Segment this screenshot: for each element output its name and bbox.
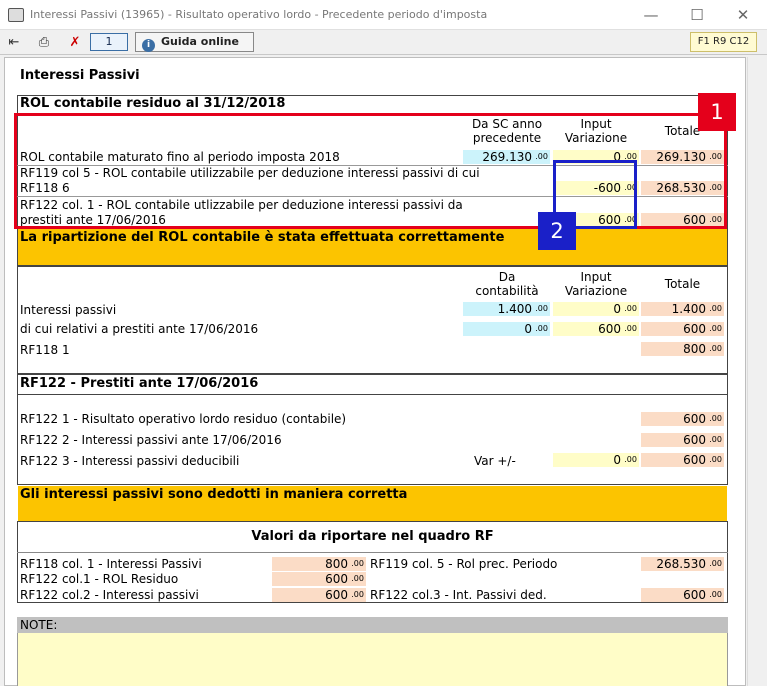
section-quadro-rf-title: Valori da riportare nel quadro RF bbox=[251, 529, 494, 544]
rf118-totale: 800.00 bbox=[641, 342, 724, 356]
interessi-totale: 1.400.00 bbox=[641, 302, 724, 316]
rf122-3-totale: 600.00 bbox=[641, 453, 724, 467]
section-rf122-title: RF122 - Prestiti ante 17/06/2016 bbox=[20, 376, 259, 391]
annotation-badge-2: 2 bbox=[538, 212, 576, 250]
section-rol-title: ROL contabile residuo al 31/12/2018 bbox=[20, 96, 286, 111]
col-header-input-2: Input Variazione bbox=[564, 270, 628, 298]
rf118-col1-label: RF118 col. 1 - Interessi Passivi bbox=[20, 557, 202, 571]
note-label: NOTE: bbox=[20, 618, 58, 632]
row-rf122-3-label: RF122 3 - Interessi passivi deducibili bbox=[20, 454, 240, 468]
row-prestiti-label: di cui relativi a prestiti ante 17/06/20… bbox=[20, 322, 259, 336]
row-rf122-2-label: RF122 2 - Interessi passivi ante 17/06/2… bbox=[20, 433, 282, 447]
interessi-input[interactable]: 0.00 bbox=[553, 302, 639, 316]
info-icon: i bbox=[142, 39, 155, 52]
rf122-col1-label: RF122 col.1 - ROL Residuo bbox=[20, 572, 179, 586]
print-icon[interactable]: ⎙ bbox=[33, 33, 55, 52]
rf122-col3-value: 600.00 bbox=[641, 588, 724, 602]
annotation-badge-1: 1 bbox=[698, 93, 736, 131]
col-header-totale-2: Totale bbox=[664, 277, 701, 291]
cell-reference: F1 R9 C12 bbox=[690, 32, 757, 52]
title-bar: Interessi Passivi (13965) - Risultato op… bbox=[0, 0, 767, 30]
guida-online-button[interactable]: i Guida online bbox=[135, 32, 254, 52]
vertical-scrollbar[interactable] bbox=[747, 57, 767, 686]
rf122-col2-label: RF122 col.2 - Interessi passivi bbox=[20, 588, 199, 602]
rf122-3-input[interactable]: 0.00 bbox=[553, 453, 639, 467]
minimize-button[interactable]: — bbox=[628, 0, 674, 30]
rf122-2-value: 600.00 bbox=[641, 433, 724, 447]
rf119-col5-value: 268.530.00 bbox=[641, 557, 724, 571]
rf119-col5-label: RF119 col. 5 - Rol prec. Periodo bbox=[370, 557, 558, 571]
row-interessi-label: Interessi passivi bbox=[20, 303, 117, 317]
close-button[interactable]: ✕ bbox=[720, 0, 766, 30]
note-textarea[interactable] bbox=[17, 633, 728, 686]
prestiti-input[interactable]: 600.00 bbox=[553, 322, 639, 336]
var-label: Var +/- bbox=[474, 454, 516, 468]
note-header bbox=[17, 617, 728, 633]
deduzione-status-text: Gli interessi passivi sono dedotti in ma… bbox=[20, 487, 408, 502]
rf122-col3-label: RF122 col.3 - Int. Passivi ded. bbox=[370, 588, 547, 602]
prestiti-contabilita: 0.00 bbox=[463, 322, 550, 336]
ripartizione-status-text: La ripartizione del ROL contabile è stat… bbox=[20, 230, 505, 245]
col-header-contabilita: Da contabilità bbox=[475, 270, 539, 298]
row-rf118-label: RF118 1 bbox=[20, 343, 70, 357]
window-title: Interessi Passivi (13965) - Risultato op… bbox=[30, 8, 488, 21]
exit-icon[interactable]: ⇤ bbox=[3, 33, 25, 52]
guida-label: Guida online bbox=[161, 35, 239, 48]
page-title: Interessi Passivi bbox=[20, 68, 140, 83]
prestiti-totale: 600.00 bbox=[641, 322, 724, 336]
rf122-col1-value: 600.00 bbox=[272, 572, 366, 586]
interessi-contabilita: 1.400.00 bbox=[463, 302, 550, 316]
rf118-col1-value: 800.00 bbox=[272, 557, 366, 571]
rf122-1-value: 600.00 bbox=[641, 412, 724, 426]
maximize-button[interactable]: ☐ bbox=[674, 0, 720, 30]
delete-icon[interactable]: ✗ bbox=[64, 33, 86, 52]
app-icon bbox=[8, 8, 24, 22]
rf122-col2-value: 600.00 bbox=[272, 588, 366, 602]
row-rf122-1-label: RF122 1 - Risultato operativo lordo resi… bbox=[20, 412, 347, 426]
page-number-field[interactable]: 1 bbox=[90, 33, 128, 51]
